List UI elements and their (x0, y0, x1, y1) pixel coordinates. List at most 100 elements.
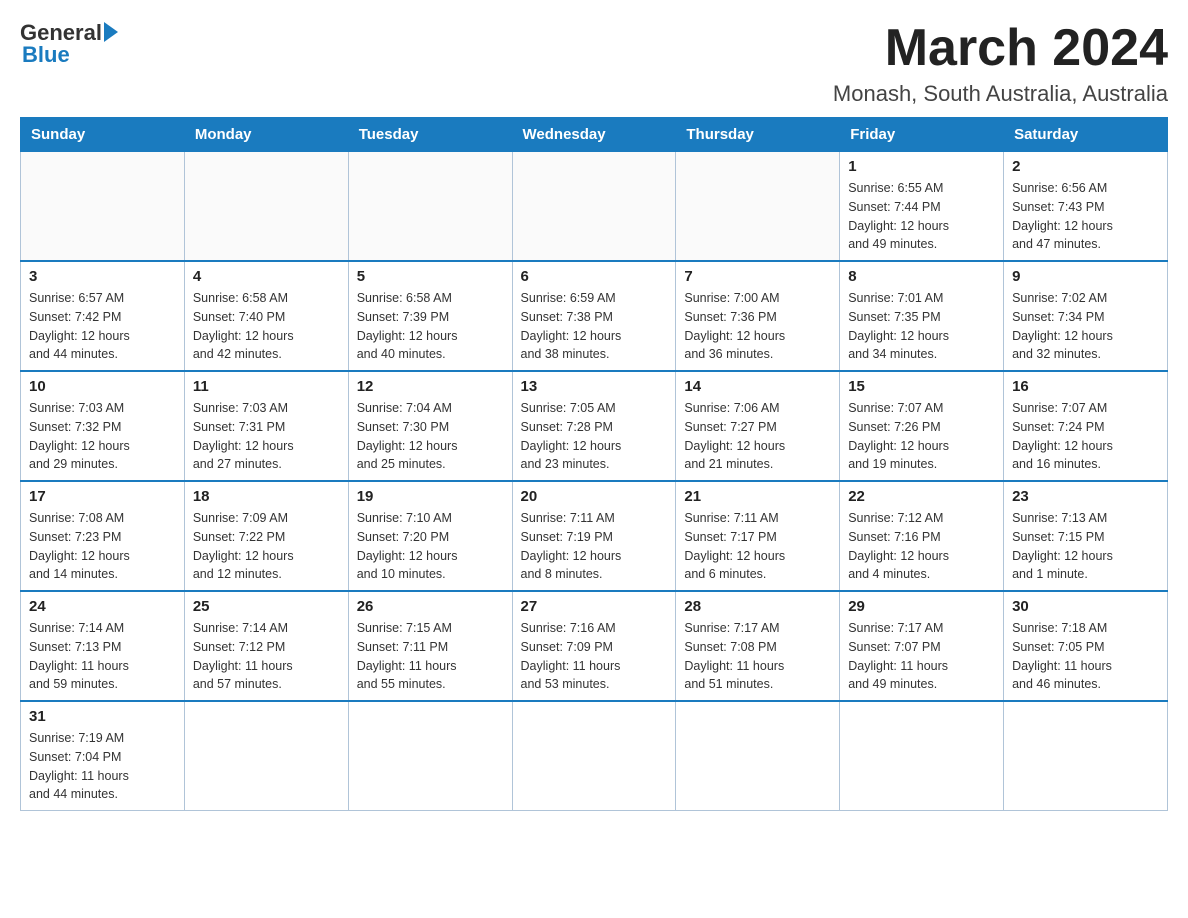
calendar-cell: 20Sunrise: 7:11 AM Sunset: 7:19 PM Dayli… (512, 481, 676, 591)
day-number: 26 (357, 598, 504, 615)
logo-arrow-icon (104, 22, 118, 42)
day-number: 11 (193, 378, 340, 395)
calendar-cell (676, 152, 840, 262)
day-info: Sunrise: 7:13 AM Sunset: 7:15 PM Dayligh… (1012, 509, 1159, 584)
day-number: 22 (848, 488, 995, 505)
day-info: Sunrise: 7:09 AM Sunset: 7:22 PM Dayligh… (193, 509, 340, 584)
day-info: Sunrise: 7:03 AM Sunset: 7:32 PM Dayligh… (29, 399, 176, 474)
day-number: 27 (521, 598, 668, 615)
day-number: 16 (1012, 378, 1159, 395)
calendar-cell: 2Sunrise: 6:56 AM Sunset: 7:43 PM Daylig… (1004, 152, 1168, 262)
day-info: Sunrise: 7:15 AM Sunset: 7:11 PM Dayligh… (357, 619, 504, 694)
day-info: Sunrise: 7:14 AM Sunset: 7:13 PM Dayligh… (29, 619, 176, 694)
calendar-cell: 24Sunrise: 7:14 AM Sunset: 7:13 PM Dayli… (21, 591, 185, 701)
day-number: 28 (684, 598, 831, 615)
calendar-cell: 18 Sunrise: 7:09 AM Sunset: 7:22 PM Dayli… (184, 481, 348, 591)
day-number: 5 (357, 268, 504, 285)
calendar-cell (184, 701, 348, 811)
calendar-cell: 9 Sunrise: 7:02 AM Sunset: 7:34 PM Daylig… (1004, 261, 1168, 371)
calendar-week-4: 17 Sunrise: 7:08 AM Sunset: 7:23 PM Dayli… (21, 481, 1168, 591)
day-number: 18 (193, 488, 340, 505)
day-number: 21 (684, 488, 831, 505)
calendar-week-6: 31Sunrise: 7:19 AM Sunset: 7:04 PM Dayli… (21, 701, 1168, 811)
day-number: 29 (848, 598, 995, 615)
calendar-cell: 1 Sunrise: 6:55 AM Sunset: 7:44 PM Daylig… (840, 152, 1004, 262)
calendar-cell: 5 Sunrise: 6:58 AM Sunset: 7:39 PM Daylig… (348, 261, 512, 371)
day-number: 25 (193, 598, 340, 615)
day-number: 7 (684, 268, 831, 285)
day-info: Sunrise: 6:55 AM Sunset: 7:44 PM Dayligh… (848, 179, 995, 254)
day-info: Sunrise: 6:56 AM Sunset: 7:43 PM Dayligh… (1012, 179, 1159, 254)
calendar-cell (840, 701, 1004, 811)
weekday-header-tuesday: Tuesday (348, 118, 512, 152)
weekday-header-saturday: Saturday (1004, 118, 1168, 152)
day-number: 31 (29, 708, 176, 725)
day-info: Sunrise: 6:58 AM Sunset: 7:39 PM Dayligh… (357, 289, 504, 364)
calendar-cell: 3 Sunrise: 6:57 AM Sunset: 7:42 PM Daylig… (21, 261, 185, 371)
calendar-cell: 8 Sunrise: 7:01 AM Sunset: 7:35 PM Daylig… (840, 261, 1004, 371)
day-number: 20 (521, 488, 668, 505)
calendar-cell: 21 Sunrise: 7:11 AM Sunset: 7:17 PM Dayli… (676, 481, 840, 591)
calendar-cell: 25 Sunrise: 7:14 AM Sunset: 7:12 PM Dayli… (184, 591, 348, 701)
calendar-cell (21, 152, 185, 262)
calendar-week-3: 10Sunrise: 7:03 AM Sunset: 7:32 PM Dayli… (21, 371, 1168, 481)
day-info: Sunrise: 7:00 AM Sunset: 7:36 PM Dayligh… (684, 289, 831, 364)
day-info: Sunrise: 7:04 AM Sunset: 7:30 PM Dayligh… (357, 399, 504, 474)
calendar-cell: 17 Sunrise: 7:08 AM Sunset: 7:23 PM Dayli… (21, 481, 185, 591)
day-info: Sunrise: 7:06 AM Sunset: 7:27 PM Dayligh… (684, 399, 831, 474)
logo: General Blue (20, 20, 118, 68)
calendar-cell: 27 Sunrise: 7:16 AM Sunset: 7:09 PM Dayli… (512, 591, 676, 701)
day-info: Sunrise: 7:14 AM Sunset: 7:12 PM Dayligh… (193, 619, 340, 694)
day-info: Sunrise: 7:01 AM Sunset: 7:35 PM Dayligh… (848, 289, 995, 364)
weekday-header-wednesday: Wednesday (512, 118, 676, 152)
calendar-cell: 26 Sunrise: 7:15 AM Sunset: 7:11 PM Dayli… (348, 591, 512, 701)
calendar-cell: 12Sunrise: 7:04 AM Sunset: 7:30 PM Dayli… (348, 371, 512, 481)
day-number: 23 (1012, 488, 1159, 505)
day-number: 14 (684, 378, 831, 395)
calendar-cell: 16Sunrise: 7:07 AM Sunset: 7:24 PM Dayli… (1004, 371, 1168, 481)
calendar-cell (676, 701, 840, 811)
calendar-cell (348, 701, 512, 811)
day-info: Sunrise: 7:17 AM Sunset: 7:07 PM Dayligh… (848, 619, 995, 694)
weekday-header-thursday: Thursday (676, 118, 840, 152)
day-number: 6 (521, 268, 668, 285)
calendar-week-2: 3 Sunrise: 6:57 AM Sunset: 7:42 PM Daylig… (21, 261, 1168, 371)
day-number: 19 (357, 488, 504, 505)
page-title: March 2024 (833, 20, 1168, 77)
day-number: 8 (848, 268, 995, 285)
day-info: Sunrise: 7:10 AM Sunset: 7:20 PM Dayligh… (357, 509, 504, 584)
weekday-header-sunday: Sunday (21, 118, 185, 152)
weekday-header-friday: Friday (840, 118, 1004, 152)
day-info: Sunrise: 6:57 AM Sunset: 7:42 PM Dayligh… (29, 289, 176, 364)
calendar-cell: 11 Sunrise: 7:03 AM Sunset: 7:31 PM Dayli… (184, 371, 348, 481)
day-number: 4 (193, 268, 340, 285)
calendar-cell: 14 Sunrise: 7:06 AM Sunset: 7:27 PM Dayli… (676, 371, 840, 481)
logo-blue: Blue (20, 42, 70, 68)
day-info: Sunrise: 7:16 AM Sunset: 7:09 PM Dayligh… (521, 619, 668, 694)
day-info: Sunrise: 7:02 AM Sunset: 7:34 PM Dayligh… (1012, 289, 1159, 364)
calendar-cell: 22Sunrise: 7:12 AM Sunset: 7:16 PM Dayli… (840, 481, 1004, 591)
day-info: Sunrise: 7:18 AM Sunset: 7:05 PM Dayligh… (1012, 619, 1159, 694)
calendar-cell: 19 Sunrise: 7:10 AM Sunset: 7:20 PM Dayli… (348, 481, 512, 591)
calendar-cell: 4Sunrise: 6:58 AM Sunset: 7:40 PM Daylig… (184, 261, 348, 371)
calendar-cell: 28 Sunrise: 7:17 AM Sunset: 7:08 PM Dayli… (676, 591, 840, 701)
calendar-cell (184, 152, 348, 262)
day-info: Sunrise: 7:11 AM Sunset: 7:17 PM Dayligh… (684, 509, 831, 584)
day-number: 3 (29, 268, 176, 285)
calendar-cell (512, 701, 676, 811)
day-info: Sunrise: 7:17 AM Sunset: 7:08 PM Dayligh… (684, 619, 831, 694)
day-info: Sunrise: 7:08 AM Sunset: 7:23 PM Dayligh… (29, 509, 176, 584)
calendar-cell: 15Sunrise: 7:07 AM Sunset: 7:26 PM Dayli… (840, 371, 1004, 481)
calendar-cell: 23 Sunrise: 7:13 AM Sunset: 7:15 PM Dayli… (1004, 481, 1168, 591)
day-number: 17 (29, 488, 176, 505)
calendar-cell: 10Sunrise: 7:03 AM Sunset: 7:32 PM Dayli… (21, 371, 185, 481)
title-area: March 2024 Monash, South Australia, Aust… (833, 20, 1168, 107)
calendar-cell: 29 Sunrise: 7:17 AM Sunset: 7:07 PM Dayli… (840, 591, 1004, 701)
day-info: Sunrise: 7:05 AM Sunset: 7:28 PM Dayligh… (521, 399, 668, 474)
day-number: 1 (848, 158, 995, 175)
day-number: 15 (848, 378, 995, 395)
day-number: 9 (1012, 268, 1159, 285)
calendar-cell: 13Sunrise: 7:05 AM Sunset: 7:28 PM Dayli… (512, 371, 676, 481)
day-info: Sunrise: 7:03 AM Sunset: 7:31 PM Dayligh… (193, 399, 340, 474)
subtitle: Monash, South Australia, Australia (833, 81, 1168, 107)
